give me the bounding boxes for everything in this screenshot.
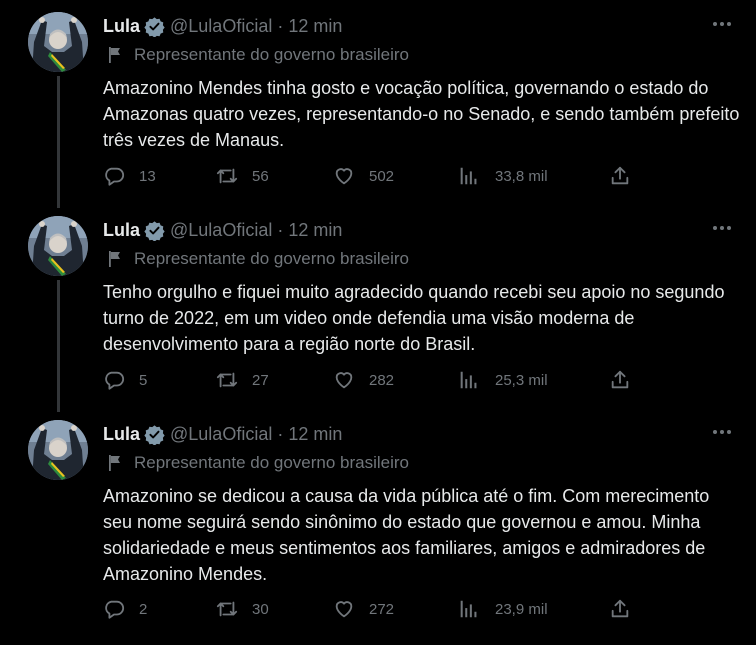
views-button[interactable]: 25,3 mil xyxy=(457,367,548,393)
retweet-count: 56 xyxy=(252,167,269,185)
more-icon[interactable] xyxy=(708,12,736,36)
like-button[interactable]: 502 xyxy=(333,163,394,189)
timestamp[interactable]: 12 min xyxy=(288,16,342,37)
retweet-count: 30 xyxy=(252,600,269,618)
retweet-count: 27 xyxy=(252,371,269,389)
thread: Lula @LulaOficial · 12 min Representante… xyxy=(0,0,756,645)
tweet[interactable]: Lula @LulaOficial · 12 min Representante… xyxy=(0,408,756,645)
tweet[interactable]: Lula @LulaOficial · 12 min Representante… xyxy=(0,0,756,208)
retweet-icon xyxy=(216,372,238,388)
thread-line xyxy=(57,280,60,412)
reply-count: 5 xyxy=(139,371,148,389)
more-icon[interactable] xyxy=(708,216,736,240)
tweet-text: Tenho orgulho e fiquei muito agradecido … xyxy=(103,282,725,354)
like-count: 502 xyxy=(369,167,395,185)
more-icon[interactable] xyxy=(708,420,736,444)
reply-button[interactable]: 13 xyxy=(103,163,156,189)
tweet[interactable]: Lula @LulaOficial · 12 min Representante… xyxy=(0,204,756,412)
like-icon xyxy=(335,168,353,185)
share-button[interactable] xyxy=(609,163,631,189)
avatar[interactable] xyxy=(28,12,88,72)
like-button[interactable]: 282 xyxy=(333,367,394,393)
views-icon xyxy=(460,371,477,389)
share-button[interactable] xyxy=(609,596,631,622)
flag-icon xyxy=(109,251,120,267)
share-icon xyxy=(611,370,629,389)
timestamp[interactable]: 12 min xyxy=(288,220,342,241)
tweet-text: Amazonino Mendes tinha gosto e vocação p… xyxy=(103,78,740,150)
tweet-actions: 5 27 282 25,3 mil xyxy=(103,367,643,393)
reply-count: 2 xyxy=(139,600,148,618)
tweet-header: Lula @LulaOficial · 12 min xyxy=(103,422,342,446)
author-name[interactable]: Lula xyxy=(103,16,140,37)
reply-icon xyxy=(105,371,125,390)
views-icon xyxy=(460,600,477,618)
separator: · xyxy=(277,219,284,240)
government-label: Representante do governo brasileiro xyxy=(103,249,409,269)
views-button[interactable]: 33,8 mil xyxy=(457,163,548,189)
retweet-button[interactable]: 30 xyxy=(216,596,269,622)
reply-icon xyxy=(105,167,125,186)
view-count: 23,9 mil xyxy=(495,600,548,618)
tweet-actions: 2 30 272 23,9 mil xyxy=(103,596,643,622)
view-count: 33,8 mil xyxy=(495,167,548,185)
government-label-text: Representante do governo brasileiro xyxy=(134,453,410,472)
author-handle[interactable]: @LulaOficial xyxy=(170,220,272,241)
verified-badge-icon xyxy=(144,16,165,37)
share-icon xyxy=(611,166,629,185)
reply-button[interactable]: 5 xyxy=(103,367,147,393)
government-label: Representante do governo brasileiro xyxy=(103,45,409,65)
share-button[interactable] xyxy=(609,367,631,393)
tweet-actions: 13 56 502 33,8 mil xyxy=(103,163,643,189)
like-button[interactable]: 272 xyxy=(333,596,394,622)
separator: · xyxy=(277,15,284,36)
retweet-icon xyxy=(216,601,238,617)
like-count: 282 xyxy=(369,371,395,389)
retweet-button[interactable]: 27 xyxy=(216,367,269,393)
retweet-icon xyxy=(216,168,238,184)
tweet-text: Amazonino se dedicou a causa da vida púb… xyxy=(103,486,710,584)
reply-count: 13 xyxy=(139,167,156,185)
avatar[interactable] xyxy=(28,420,88,480)
flag-icon xyxy=(109,47,120,63)
reply-icon xyxy=(105,600,125,619)
flag-icon xyxy=(109,455,120,471)
government-label: Representante do governo brasileiro xyxy=(103,453,409,473)
tweet-header: Lula @LulaOficial · 12 min xyxy=(103,218,342,242)
retweet-button[interactable]: 56 xyxy=(216,163,269,189)
thread-line xyxy=(57,76,60,208)
like-count: 272 xyxy=(369,600,395,618)
government-label-text: Representante do governo brasileiro xyxy=(134,249,410,268)
author-handle[interactable]: @LulaOficial xyxy=(170,16,272,37)
share-icon xyxy=(611,599,629,618)
reply-button[interactable]: 2 xyxy=(103,596,147,622)
views-button[interactable]: 23,9 mil xyxy=(457,596,548,622)
author-handle[interactable]: @LulaOficial xyxy=(170,424,272,445)
separator: · xyxy=(277,423,284,444)
government-label-text: Representante do governo brasileiro xyxy=(134,45,410,64)
author-name[interactable]: Lula xyxy=(103,424,140,445)
author-name[interactable]: Lula xyxy=(103,220,140,241)
like-icon xyxy=(335,372,353,389)
view-count: 25,3 mil xyxy=(495,371,548,389)
timestamp[interactable]: 12 min xyxy=(288,424,342,445)
avatar[interactable] xyxy=(28,216,88,276)
like-icon xyxy=(335,601,353,618)
views-icon xyxy=(460,167,477,185)
verified-badge-icon xyxy=(144,220,165,241)
verified-badge-icon xyxy=(144,424,165,445)
tweet-header: Lula @LulaOficial · 12 min xyxy=(103,14,342,38)
